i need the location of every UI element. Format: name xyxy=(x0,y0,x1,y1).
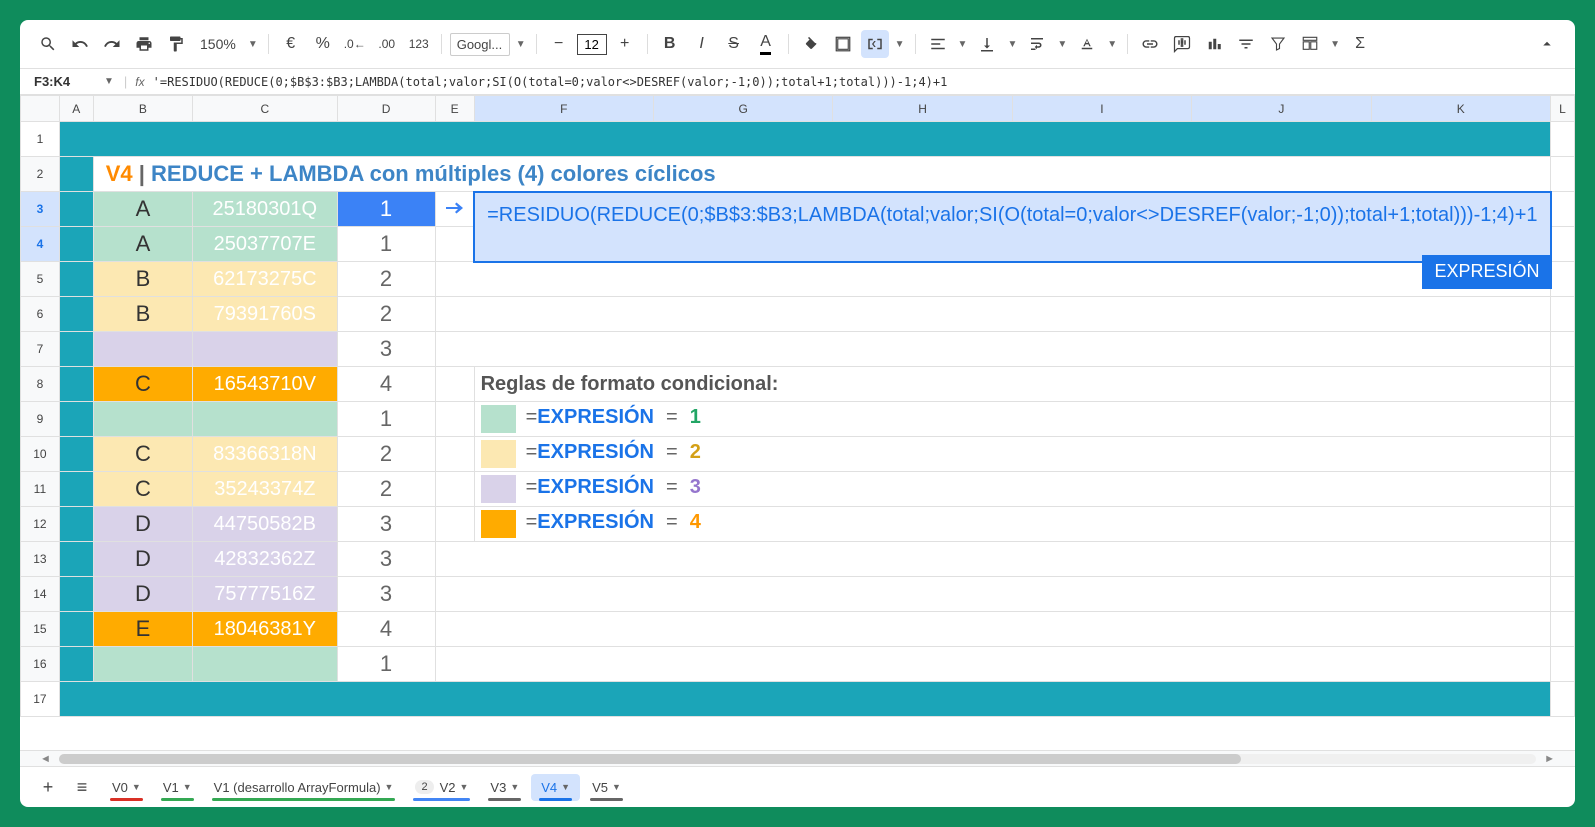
filter-icon[interactable] xyxy=(1232,30,1260,58)
format-123-icon[interactable]: 123 xyxy=(405,30,433,58)
sheet-tab[interactable]: V1 (desarrollo ArrayFormula)▼ xyxy=(204,774,404,801)
col-L[interactable]: L xyxy=(1551,96,1575,122)
rotate-text-icon[interactable] xyxy=(1073,30,1101,58)
font-size-input[interactable]: 12 xyxy=(577,34,607,55)
sheet-tabs: + ≡ V0▼V1▼V1 (desarrollo ArrayFormula)▼2… xyxy=(20,766,1575,807)
name-box[interactable]: F3:K4 xyxy=(34,74,94,89)
col-F[interactable]: F xyxy=(474,96,653,122)
increase-decimal-icon[interactable]: .00 xyxy=(373,30,401,58)
cell-D3[interactable]: 1 xyxy=(337,192,435,227)
font-family-select[interactable]: Googl... xyxy=(450,33,510,56)
italic-icon[interactable]: I xyxy=(688,30,716,58)
link-icon[interactable] xyxy=(1136,30,1164,58)
sheet-tab[interactable]: 2V2▼ xyxy=(405,774,478,801)
sheet-tab[interactable]: V3▼ xyxy=(480,774,529,801)
strikethrough-icon[interactable]: S xyxy=(720,30,748,58)
col-K[interactable]: K xyxy=(1371,96,1550,122)
fx-icon: fx xyxy=(135,75,144,89)
redo-icon[interactable] xyxy=(98,30,126,58)
add-sheet-button[interactable]: + xyxy=(34,773,62,801)
merge-caret-icon[interactable]: ▼ xyxy=(893,39,907,50)
h-align-icon[interactable] xyxy=(924,30,952,58)
formula-bar: F3:K4 ▼ | fx '=RESIDUO(REDUCE(0;$B$3:$B3… xyxy=(20,69,1575,95)
undo-icon[interactable] xyxy=(66,30,94,58)
zoom-caret-icon[interactable]: ▼ xyxy=(246,39,260,50)
rule-1: =EXPRESIÓN = 1 xyxy=(474,402,1550,437)
rules-header: Reglas de formato condicional: xyxy=(474,367,1550,402)
sheet-tab[interactable]: V4▼ xyxy=(531,774,580,801)
collapse-toolbar-icon[interactable] xyxy=(1533,30,1561,58)
merge-cells-icon[interactable] xyxy=(861,30,889,58)
search-icon[interactable] xyxy=(34,30,62,58)
bold-icon[interactable]: B xyxy=(656,30,684,58)
col-B[interactable]: B xyxy=(93,96,192,122)
print-icon[interactable] xyxy=(130,30,158,58)
formula-input[interactable]: '=RESIDUO(REDUCE(0;$B$3:$B3;LAMBDA(total… xyxy=(153,75,948,89)
cell-C3[interactable]: 25180301Q xyxy=(193,192,337,227)
rule-3: =EXPRESIÓN = 3 xyxy=(474,472,1550,507)
column-headers: A B C D E F G H I J K L xyxy=(21,96,1575,122)
arrow-icon xyxy=(435,192,474,227)
name-box-caret-icon[interactable]: ▼ xyxy=(102,76,116,87)
all-sheets-button[interactable]: ≡ xyxy=(68,773,96,801)
sheet-tab[interactable]: V5▼ xyxy=(582,774,631,801)
rule-4: =EXPRESIÓN = 4 xyxy=(474,507,1550,542)
paint-format-icon[interactable] xyxy=(162,30,190,58)
col-G[interactable]: G xyxy=(654,96,833,122)
v-align-icon[interactable] xyxy=(973,30,1001,58)
expression-label: EXPRESIÓN xyxy=(1422,255,1551,288)
sheet-tab[interactable]: V0▼ xyxy=(102,774,151,801)
col-C[interactable]: C xyxy=(193,96,337,122)
increase-font-icon[interactable]: + xyxy=(611,30,639,58)
horizontal-scrollbar[interactable]: ◄ ► xyxy=(20,750,1575,766)
table-view-icon[interactable] xyxy=(1296,30,1324,58)
spreadsheet-grid[interactable]: A B C D E F G H I J K L 1 2 V4 | REDUCE … xyxy=(20,95,1575,750)
col-H[interactable]: H xyxy=(833,96,1012,122)
cell-B3[interactable]: A xyxy=(93,192,192,227)
zoom-level[interactable]: 150% xyxy=(194,36,242,52)
text-color-icon[interactable]: A xyxy=(752,30,780,58)
toolbar: 150% ▼ € % .0← .00 123 Googl... ▼ − 12 +… xyxy=(20,20,1575,69)
decrease-font-icon[interactable]: − xyxy=(545,30,573,58)
col-D[interactable]: D xyxy=(337,96,435,122)
col-I[interactable]: I xyxy=(1012,96,1191,122)
currency-icon[interactable]: € xyxy=(277,30,305,58)
comment-icon[interactable] xyxy=(1168,30,1196,58)
chart-icon[interactable] xyxy=(1200,30,1228,58)
rule-2: =EXPRESIÓN = 2 xyxy=(474,437,1550,472)
percent-icon[interactable]: % xyxy=(309,30,337,58)
sheet-title: V4 | REDUCE + LAMBDA con múltiples (4) c… xyxy=(93,157,1550,192)
sheet-tab[interactable]: V1▼ xyxy=(153,774,202,801)
functions-icon[interactable]: Σ xyxy=(1346,30,1374,58)
filter-view-icon[interactable] xyxy=(1264,30,1292,58)
decrease-decimal-icon[interactable]: .0← xyxy=(341,30,369,58)
borders-icon[interactable] xyxy=(829,30,857,58)
col-J[interactable]: J xyxy=(1192,96,1371,122)
col-E[interactable]: E xyxy=(435,96,474,122)
fill-color-icon[interactable] xyxy=(797,30,825,58)
col-A[interactable]: A xyxy=(59,96,93,122)
font-caret-icon[interactable]: ▼ xyxy=(514,39,528,50)
formula-display-cell[interactable]: =RESIDUO(REDUCE(0;$B$3:$B3;LAMBDA(total;… xyxy=(474,192,1550,262)
wrap-text-icon[interactable] xyxy=(1023,30,1051,58)
